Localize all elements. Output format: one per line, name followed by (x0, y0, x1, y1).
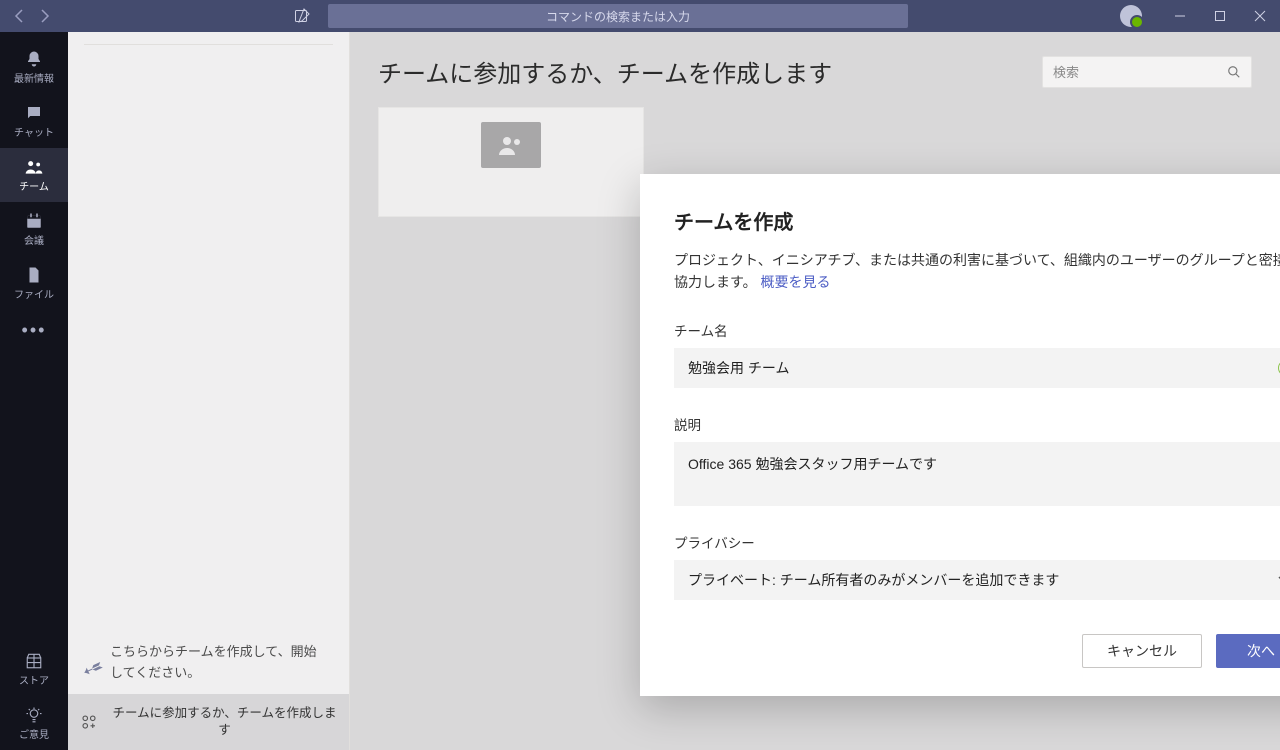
rail-item-label: ストア (19, 672, 49, 687)
lightbulb-icon (25, 706, 43, 724)
compose-icon[interactable] (288, 2, 316, 30)
team-placeholder-icon (481, 122, 541, 168)
command-search-placeholder: コマンドの検索または入力 (546, 8, 690, 25)
window-close-button[interactable] (1240, 0, 1280, 32)
rail-item-feedback[interactable]: ご意見 (0, 696, 68, 750)
calendar-icon (25, 212, 43, 230)
search-icon (1227, 65, 1241, 79)
cancel-button[interactable]: キャンセル (1082, 634, 1202, 668)
rail-item-label: ご意見 (19, 726, 49, 741)
team-name-value: 勉強会用 チーム (688, 358, 789, 378)
privacy-select[interactable]: プライベート: チーム所有者のみがメンバーを追加できます (674, 560, 1280, 600)
privacy-label: プライバシー (674, 532, 1280, 552)
privacy-selected-value: プライベート: チーム所有者のみがメンバーを追加できます (688, 570, 1059, 590)
dialog-description: プロジェクト、イニシアチブ、または共通の利害に基づいて、組織内のユーザーのグルー… (674, 249, 1280, 294)
team-name-input[interactable]: 勉強会用 チーム ✓ (674, 348, 1280, 388)
team-grid-icon (78, 711, 100, 733)
rail-item-activity[interactable]: 最新情報 (0, 40, 68, 94)
nav-back-button[interactable] (6, 3, 32, 29)
chat-icon (25, 104, 43, 122)
team-name-label: チーム名 (674, 320, 1280, 340)
create-team-hint: こちらからチームを作成して、開始してください。 ➶ (68, 642, 349, 694)
join-or-create-team-button[interactable]: チームに参加するか、チームを作成します (68, 694, 349, 750)
rail-more-button[interactable]: ••• (0, 310, 68, 350)
app-rail: 最新情報 チャット チーム 会議 ファイル ••• (0, 32, 68, 750)
window-minimize-button[interactable] (1160, 0, 1200, 32)
teams-search-placeholder: 検索 (1053, 62, 1079, 81)
file-icon (26, 266, 42, 284)
hint-arrow-icon: ➶ (76, 646, 111, 693)
teams-icon (24, 158, 44, 176)
next-button[interactable]: 次へ (1216, 634, 1280, 668)
titlebar: コマンドの検索または入力 (0, 0, 1280, 32)
bell-icon (25, 50, 43, 68)
divider (84, 44, 333, 45)
rail-item-label: 会議 (24, 232, 44, 247)
rail-item-label: チーム (19, 178, 49, 193)
store-icon (25, 652, 43, 670)
rail-item-meetings[interactable]: 会議 (0, 202, 68, 256)
command-search-input[interactable]: コマンドの検索または入力 (328, 4, 908, 28)
create-team-dialog: チームを作成 プロジェクト、イニシアチブ、または共通の利害に基づいて、組織内のユ… (640, 174, 1280, 696)
join-or-create-label: チームに参加するか、チームを作成します (110, 705, 339, 740)
nav-forward-button[interactable] (32, 3, 58, 29)
teams-search-input[interactable]: 検索 (1042, 56, 1252, 88)
rail-item-store[interactable]: ストア (0, 642, 68, 696)
rail-item-chat[interactable]: チャット (0, 94, 68, 148)
rail-item-teams[interactable]: チーム (0, 148, 68, 202)
avatar[interactable] (1120, 5, 1142, 27)
rail-item-files[interactable]: ファイル (0, 256, 68, 310)
rail-item-label: ファイル (14, 286, 54, 301)
dialog-title: チームを作成 (674, 206, 1280, 235)
team-description-input[interactable]: Office 365 勉強会スタッフ用チームです (674, 442, 1280, 506)
team-description-value: Office 365 勉強会スタッフ用チームです (688, 454, 937, 474)
team-description-label: 説明 (674, 414, 1280, 434)
create-team-tile[interactable] (378, 107, 644, 217)
teams-list-panel: こちらからチームを作成して、開始してください。 ➶ チームに参加するか、チームを… (68, 32, 350, 750)
create-team-hint-text: こちらからチームを作成して、開始してください。 (110, 644, 317, 680)
page-title: チームに参加するか、チームを作成します (378, 54, 832, 89)
main-content: チームに参加するか、チームを作成します 検索 チームを作成 プロジェクト、イニシ… (350, 32, 1280, 750)
window-maximize-button[interactable] (1200, 0, 1240, 32)
overview-link[interactable]: 概要を見る (761, 274, 831, 290)
rail-item-label: 最新情報 (14, 70, 54, 85)
rail-item-label: チャット (14, 124, 54, 139)
